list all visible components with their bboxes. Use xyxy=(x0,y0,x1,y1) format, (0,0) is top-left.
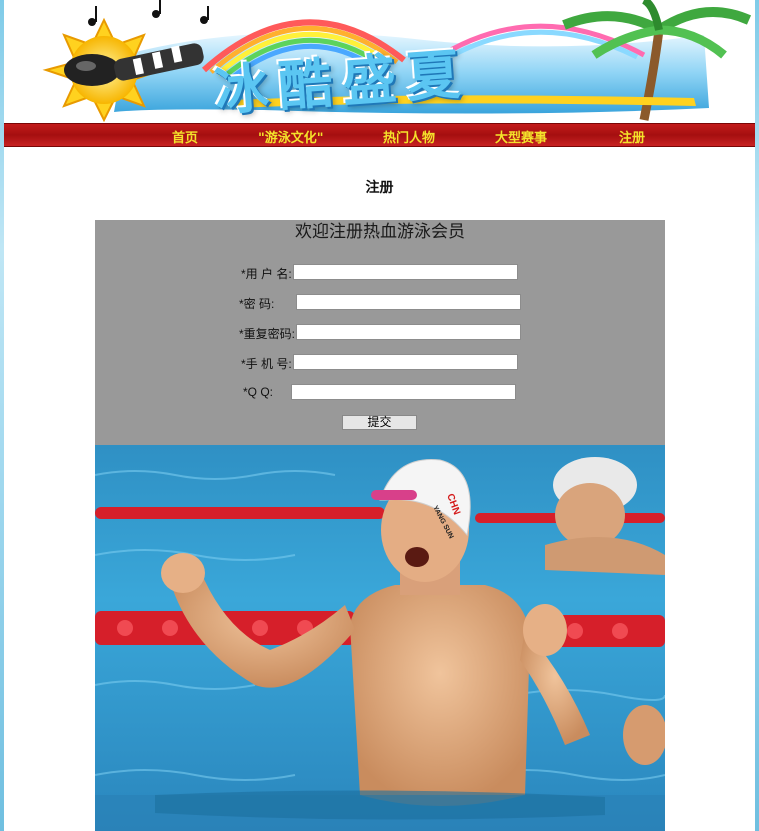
swimmer-photo: CHN YANG SUN xyxy=(95,445,665,831)
page-container: 冰酷盛夏 首页 "游泳文化" 热门人物 大型赛事 注册 注册 欢迎注册热血游泳会… xyxy=(4,0,755,831)
registration-form: 欢迎注册热血游泳会员 *用 户 名: *密 码: *重复密码: *手 机 号: … xyxy=(95,220,665,445)
main-nav: 首页 "游泳文化" 热门人物 大型赛事 注册 xyxy=(4,123,755,147)
nav-register[interactable]: 注册 xyxy=(619,127,645,146)
password-input[interactable] xyxy=(296,294,521,310)
nav-swimming-culture[interactable]: "游泳文化" xyxy=(258,127,324,146)
submit-button[interactable]: 提交 xyxy=(342,415,417,430)
swimmer-image: CHN YANG SUN xyxy=(95,445,665,831)
qq-input[interactable] xyxy=(291,384,516,400)
nav-hot-people[interactable]: 热门人物 xyxy=(383,127,435,146)
qq-label: *Q Q: xyxy=(243,385,274,399)
page-title: 注册 xyxy=(365,179,394,195)
username-label: *用 户 名: xyxy=(241,267,292,281)
username-input[interactable] xyxy=(293,264,518,280)
confirm-password-input[interactable] xyxy=(296,324,521,340)
nav-home[interactable]: 首页 xyxy=(172,127,198,146)
form-title: 欢迎注册热血游泳会员 xyxy=(295,222,465,242)
phone-input[interactable] xyxy=(293,354,518,370)
phone-label: *手 机 号: xyxy=(241,357,292,371)
confirm-password-label: *重复密码: xyxy=(239,327,296,341)
nav-major-events[interactable]: 大型赛事 xyxy=(495,127,547,146)
password-label: *密 码: xyxy=(239,297,275,311)
header-banner: 冰酷盛夏 xyxy=(4,0,755,122)
